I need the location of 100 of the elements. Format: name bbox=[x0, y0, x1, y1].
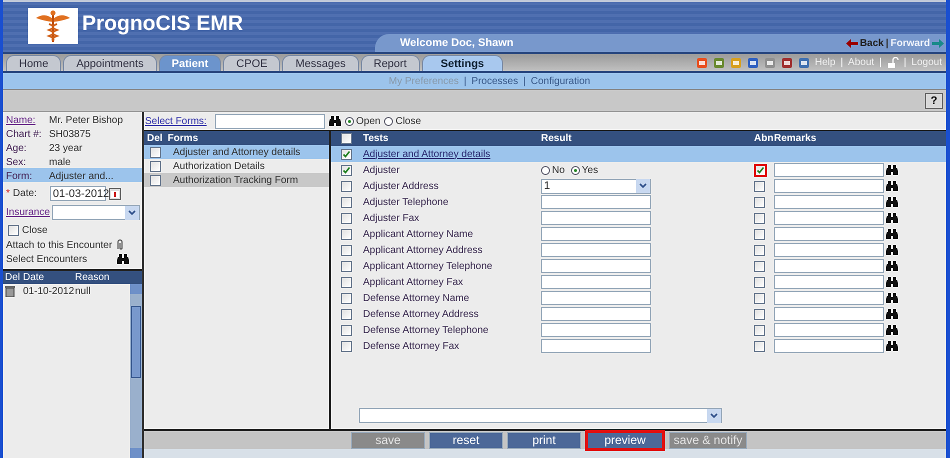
checkbox[interactable] bbox=[341, 276, 352, 288]
result-dropdown[interactable]: 1 bbox=[541, 178, 651, 194]
result-field[interactable] bbox=[541, 323, 651, 337]
tab[interactable]: Appointments bbox=[63, 55, 157, 71]
remarks-field[interactable] bbox=[774, 339, 884, 353]
result-field[interactable] bbox=[541, 195, 651, 209]
binoculars-icon[interactable] bbox=[886, 180, 898, 192]
checkbox[interactable] bbox=[341, 148, 352, 160]
date-field[interactable]: 01-03-2012 bbox=[50, 186, 106, 201]
tab[interactable]: Home bbox=[6, 55, 62, 71]
radio-button[interactable] bbox=[570, 166, 580, 174]
subnav-link[interactable]: Processes bbox=[471, 76, 518, 86]
remarks-field[interactable] bbox=[774, 307, 884, 321]
binoculars-icon[interactable] bbox=[886, 244, 898, 256]
result-field[interactable] bbox=[541, 259, 651, 273]
action-button[interactable]: print bbox=[507, 432, 581, 448]
toolbar-icon[interactable] bbox=[746, 56, 759, 68]
remarks-field[interactable] bbox=[774, 195, 884, 209]
checkbox[interactable] bbox=[754, 212, 765, 224]
checkbox[interactable] bbox=[8, 225, 19, 236]
binoculars-icon[interactable] bbox=[329, 116, 341, 126]
binoculars-icon[interactable] bbox=[886, 292, 898, 304]
form-row[interactable]: Adjuster and Attorney details bbox=[144, 145, 329, 159]
help-button[interactable]: ? bbox=[925, 92, 943, 108]
radio-button[interactable] bbox=[384, 116, 394, 126]
checkbox[interactable] bbox=[341, 196, 352, 208]
checkbox[interactable] bbox=[150, 160, 161, 172]
result-field[interactable] bbox=[541, 307, 651, 321]
toolbar-icon[interactable] bbox=[730, 56, 742, 68]
scrollbar[interactable] bbox=[130, 284, 142, 458]
checkbox[interactable] bbox=[754, 308, 765, 320]
binoculars-icon[interactable] bbox=[886, 324, 898, 336]
result-field[interactable] bbox=[541, 211, 651, 225]
checkbox[interactable] bbox=[754, 196, 765, 208]
form-row[interactable]: Authorization Details bbox=[144, 159, 329, 173]
result-field[interactable] bbox=[541, 275, 651, 289]
toolbar-icon[interactable] bbox=[798, 56, 810, 68]
remarks-field[interactable] bbox=[774, 291, 884, 305]
insurance-dropdown[interactable] bbox=[52, 205, 140, 220]
binoculars-icon[interactable] bbox=[117, 254, 130, 265]
checkbox[interactable] bbox=[341, 228, 352, 240]
remarks-field[interactable] bbox=[774, 179, 884, 193]
form-row[interactable]: Authorization Tracking Form bbox=[144, 173, 329, 187]
checkbox[interactable] bbox=[150, 146, 161, 158]
remarks-field[interactable] bbox=[774, 163, 884, 177]
toolbar-icon[interactable] bbox=[764, 56, 776, 68]
paperclip-icon[interactable] bbox=[115, 239, 126, 251]
result-field[interactable] bbox=[541, 339, 651, 353]
subnav-link[interactable]: Configuration bbox=[530, 76, 590, 86]
trash-icon[interactable] bbox=[5, 286, 15, 296]
checkbox[interactable] bbox=[341, 212, 352, 224]
checkbox[interactable] bbox=[341, 180, 352, 192]
back-arrow-icon[interactable] bbox=[846, 38, 858, 48]
toolbar-icon[interactable] bbox=[780, 56, 793, 68]
toolbar-icon[interactable] bbox=[712, 56, 725, 68]
action-button[interactable]: preview bbox=[585, 430, 665, 450]
tab[interactable]: Report bbox=[360, 55, 420, 71]
checkbox[interactable] bbox=[341, 133, 352, 144]
checkbox[interactable] bbox=[341, 260, 352, 272]
tab[interactable]: Settings bbox=[422, 55, 504, 71]
binoculars-icon[interactable] bbox=[886, 164, 898, 176]
field-label[interactable]: Name: bbox=[6, 114, 49, 126]
checkbox[interactable] bbox=[754, 228, 765, 240]
checkbox[interactable] bbox=[754, 324, 765, 336]
binoculars-icon[interactable] bbox=[886, 196, 898, 208]
radio-button[interactable] bbox=[541, 166, 550, 174]
lock-icon[interactable] bbox=[886, 56, 899, 68]
checkbox[interactable] bbox=[341, 292, 352, 304]
checkbox[interactable] bbox=[341, 244, 352, 256]
binoculars-icon[interactable] bbox=[886, 228, 898, 240]
checkbox[interactable] bbox=[754, 276, 765, 288]
remarks-field[interactable] bbox=[774, 227, 884, 241]
dropdown[interactable] bbox=[359, 408, 722, 423]
action-button[interactable]: reset bbox=[429, 432, 503, 448]
remarks-field[interactable] bbox=[774, 259, 884, 273]
binoculars-icon[interactable] bbox=[886, 340, 898, 352]
checkbox[interactable] bbox=[341, 324, 352, 336]
select-forms-link[interactable]: Select Forms: bbox=[145, 116, 211, 126]
tab[interactable]: CPOE bbox=[223, 55, 280, 71]
checkbox[interactable] bbox=[150, 174, 161, 186]
checkbox[interactable] bbox=[754, 180, 765, 192]
checkbox[interactable] bbox=[754, 292, 765, 304]
checkbox[interactable] bbox=[341, 340, 352, 352]
checkbox[interactable] bbox=[754, 244, 765, 256]
checkbox[interactable] bbox=[754, 260, 765, 272]
radio-button[interactable] bbox=[345, 116, 354, 126]
checkbox[interactable] bbox=[754, 164, 767, 176]
remarks-field[interactable] bbox=[774, 323, 884, 337]
binoculars-icon[interactable] bbox=[886, 212, 898, 224]
calendar-icon[interactable] bbox=[108, 188, 121, 200]
insurance-link[interactable]: Insurance bbox=[6, 207, 49, 218]
remarks-field[interactable] bbox=[774, 211, 884, 225]
result-field[interactable] bbox=[541, 291, 651, 305]
remarks-field[interactable] bbox=[774, 243, 884, 257]
result-field[interactable] bbox=[541, 227, 651, 241]
select-forms-field[interactable] bbox=[215, 114, 325, 128]
result-field[interactable] bbox=[541, 243, 651, 257]
binoculars-icon[interactable] bbox=[886, 260, 898, 272]
toolbar-icon[interactable] bbox=[696, 56, 708, 68]
back-link[interactable]: Back bbox=[860, 38, 884, 48]
